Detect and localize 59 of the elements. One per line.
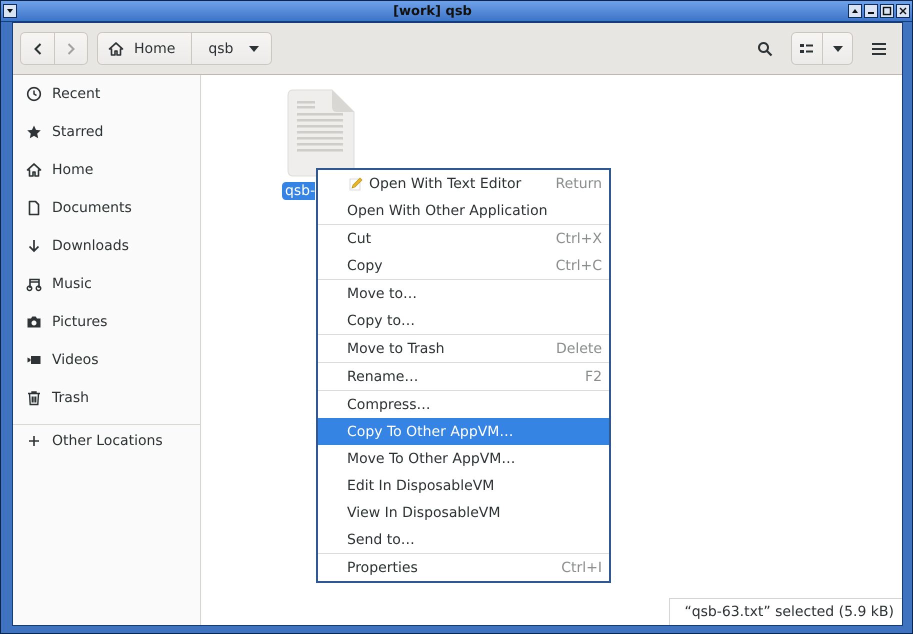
shortcut-text: Delete <box>556 340 602 356</box>
search-icon <box>757 40 773 56</box>
shade-button[interactable] <box>848 4 862 18</box>
minimize-button[interactable] <box>864 4 878 18</box>
pencil-icon <box>349 176 363 190</box>
menu-item[interactable]: Move To Other AppVM… <box>318 445 609 472</box>
sidebar-item[interactable]: Music <box>13 265 200 303</box>
sidebar-item[interactable]: Starred <box>13 113 200 151</box>
caret-icon <box>249 46 260 52</box>
status-text: “qsb-63.txt” selected (5.9 kB) <box>684 604 894 620</box>
menu-item[interactable]: Cut Ctrl+X <box>318 225 609 252</box>
maximize-icon <box>882 6 892 16</box>
shortcut-text: Ctrl+C <box>556 258 602 274</box>
plus-icon <box>26 433 42 449</box>
close-button[interactable] <box>896 4 910 18</box>
camera-icon <box>26 314 42 330</box>
close-icon <box>898 6 908 16</box>
menu-icon <box>872 42 886 54</box>
sidebar-item[interactable]: Videos <box>13 341 200 379</box>
file-name[interactable]: qsb- <box>282 182 316 200</box>
shortcut-text: F2 <box>585 368 602 384</box>
menu-item[interactable]: Compress… <box>318 391 609 418</box>
star-icon <box>26 124 42 140</box>
path-button[interactable]: qsb <box>191 33 272 64</box>
menu-item[interactable]: Properties Ctrl+I <box>318 554 609 581</box>
maximize-button[interactable] <box>880 4 894 18</box>
menu-item[interactable]: Edit In DisposableVM <box>318 472 609 499</box>
download-icon <box>26 238 42 254</box>
menu-item[interactable]: View In DisposableVM <box>318 499 609 526</box>
menu-item[interactable]: Copy to… <box>318 307 609 334</box>
shortcut-text: Ctrl+I <box>561 560 602 576</box>
sidebar-item[interactable]: Trash <box>13 379 200 417</box>
menu-item[interactable]: Rename… F2 <box>318 363 609 390</box>
sidebar-item[interactable]: Other Locations <box>13 425 200 457</box>
clock-icon <box>26 86 42 102</box>
document-icon <box>26 200 42 216</box>
menu-item[interactable]: Open With Other Application <box>318 197 609 224</box>
music-icon <box>26 276 42 292</box>
sidebar-item[interactable]: Downloads <box>13 227 200 265</box>
menu-item[interactable]: Copy Ctrl+C <box>318 252 609 279</box>
menu-item[interactable]: Move to Trash Delete <box>318 335 609 362</box>
list-view-icon <box>800 42 814 54</box>
caret-icon <box>832 46 842 52</box>
shortcut-text: Return <box>556 176 602 192</box>
shortcut-text: Ctrl+X <box>556 230 602 246</box>
sidebar-item[interactable]: Documents <box>13 189 200 227</box>
sidebar-item[interactable]: Pictures <box>13 303 200 341</box>
window-menu-button[interactable] <box>3 4 17 18</box>
sidebar-item[interactable]: Recent <box>13 75 200 113</box>
sidebar-item[interactable]: Home <box>13 151 200 189</box>
trash-icon <box>26 390 42 406</box>
home-icon <box>108 40 124 56</box>
home-icon <box>26 162 42 178</box>
window-title: [work] qsb <box>392 4 473 18</box>
menu-item[interactable]: Copy To Other AppVM… <box>318 418 609 445</box>
path-button[interactable]: Home <box>98 33 192 64</box>
menu-item[interactable]: Move to… <box>318 280 609 307</box>
menu-item[interactable]: Send to… <box>318 526 609 553</box>
menu-item[interactable]: Open With Text Editor Return <box>318 170 609 197</box>
